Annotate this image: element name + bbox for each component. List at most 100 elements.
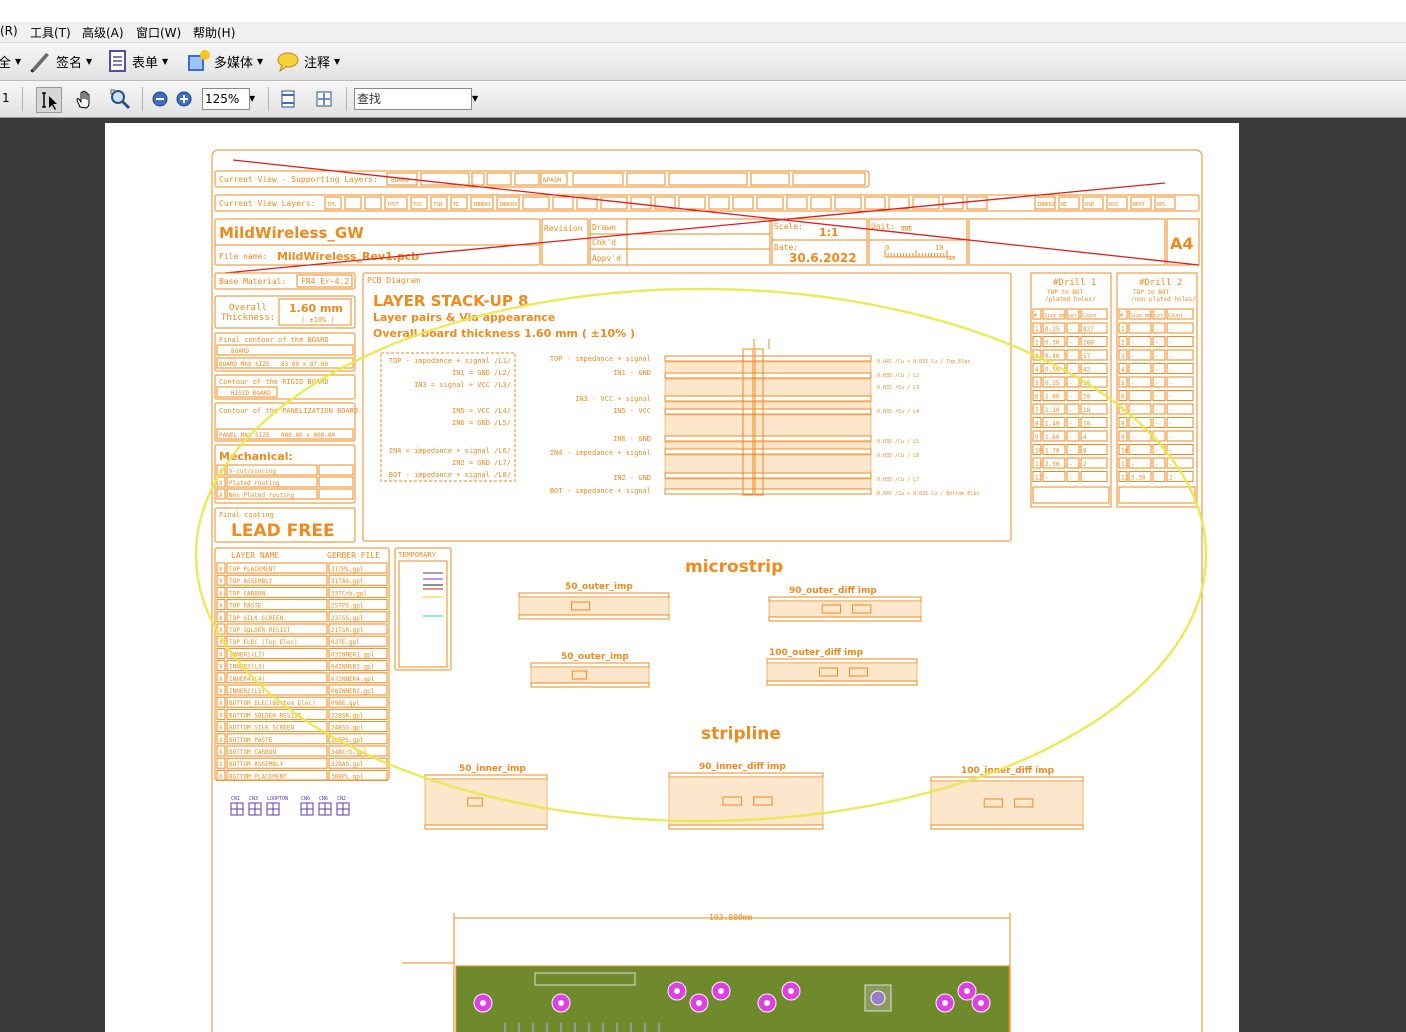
drill-value: 0.30 xyxy=(1045,340,1060,347)
drill-value: - xyxy=(1131,461,1135,468)
pcb-drill-hole xyxy=(978,1000,984,1006)
find-dropdown-icon[interactable]: ▼ xyxy=(472,94,478,103)
drill-value: 3 xyxy=(1121,353,1125,360)
chevron-down-icon: ▼ xyxy=(15,56,22,66)
board-label: BOARD xyxy=(231,348,249,355)
right-layer-text: 0.047 /Cu + 0.035 Cu / Bottom Elec xyxy=(877,491,979,497)
gerber-layer-name: BOTTOM SILK SCREEN xyxy=(229,725,294,732)
zoom-in-button[interactable] xyxy=(172,87,196,111)
drill-value: - xyxy=(1131,340,1135,347)
drill-value: 18 xyxy=(1083,407,1091,414)
copper-layer xyxy=(664,395,872,402)
check-mark: X xyxy=(219,566,223,573)
drill-value: - xyxy=(1069,394,1073,401)
zoom-marquee-tool[interactable] xyxy=(108,87,132,111)
menu-item-window[interactable]: 窗口(W) xyxy=(136,24,181,41)
forms-button[interactable]: 表单 ▼ xyxy=(108,48,168,74)
thickness-value: 1.60 mm xyxy=(289,302,343,315)
drill-value: - xyxy=(1069,326,1073,333)
toolbar-separator xyxy=(346,87,347,111)
drill-value: 10 xyxy=(1035,448,1043,455)
right-layer-text: 0.035 /Cu / L6 xyxy=(877,453,919,459)
stackup-title: LAYER STACK-UP 8 xyxy=(373,292,528,310)
menu-item-advanced[interactable]: 高级(A) xyxy=(82,24,124,41)
view-layer-cells: TPL TPST TSS TSR TE INNER1 INNER3 INNER2 BE BSR BS… xyxy=(324,196,1176,210)
scale-value: 1:1 xyxy=(819,226,839,239)
comment-button[interactable]: 注释 ▼ xyxy=(276,48,340,74)
document-canvas[interactable]: Current View - Supporting Layers: BOARD … xyxy=(0,118,1406,1032)
mid-layer-text: IN5 - VCC xyxy=(613,407,651,415)
view-layer-name: BSR xyxy=(1085,202,1095,208)
gerber-file-name: 07INNER4.gpl xyxy=(331,676,375,683)
left-layer-text: IN5 = VCC /L4/ xyxy=(452,407,511,415)
gerber-layer-name: INNER3(L3) xyxy=(229,664,265,671)
check-mark: X xyxy=(219,749,223,756)
drill-value: 288 xyxy=(1083,340,1094,347)
view-layer-name: TE xyxy=(453,202,459,208)
zoom-out-button[interactable] xyxy=(148,87,172,111)
check-mark: X xyxy=(219,480,223,487)
pcb-drill-hole xyxy=(788,988,794,994)
menu-item-help[interactable]: 帮助(H) xyxy=(193,24,235,41)
dielectric-layer xyxy=(664,414,872,437)
drill-total-cell xyxy=(1118,486,1196,504)
clipped-button[interactable]: 全 ▼ xyxy=(0,48,21,74)
clipped-label: 全 xyxy=(0,55,12,71)
form-icon xyxy=(109,50,126,72)
forms-label: 表单 xyxy=(132,55,159,71)
right-layer-text: 0.047 /Cu + 0.035 Cu / Top Elec xyxy=(877,359,970,365)
chevron-down-icon: ▼ xyxy=(334,56,341,66)
final-coating-value: LEAD FREE xyxy=(231,521,335,541)
pcb-drawing: Current View - Supporting Layers: BOARD … xyxy=(194,149,1208,1032)
drill-title: #Drill 1 xyxy=(1053,278,1096,288)
impedance-copper xyxy=(668,824,824,830)
right-layer-text: 0.035 /Cu / L4 xyxy=(877,409,919,415)
drill-value: 5 xyxy=(1035,380,1039,387)
drawn-label: Drawn xyxy=(592,223,616,232)
layer-cell xyxy=(756,196,784,210)
zoom-out-icon xyxy=(152,91,168,107)
pcb-drill-hole xyxy=(718,988,724,994)
mechanical-row-label: Non Plated routing xyxy=(229,492,294,499)
select-text-tool[interactable] xyxy=(36,87,62,113)
gerber-file-name: 21TSR.gpl xyxy=(331,627,364,634)
drill-value: 2 xyxy=(1169,475,1173,482)
dielectric-layer xyxy=(664,401,872,410)
dielectric-layer xyxy=(664,478,872,490)
connector-label: CN2 xyxy=(337,796,346,802)
drill-value: - xyxy=(1069,407,1073,414)
find-input[interactable]: 查找 xyxy=(354,88,472,110)
sign-button[interactable]: 签名 ▼ xyxy=(28,48,92,74)
left-layer-text: BOT - impedance + signal /L8/ xyxy=(389,471,511,479)
drill-sub: TOP to BOT xyxy=(1133,289,1170,296)
drill-value: - xyxy=(1169,353,1173,360)
hand-tool[interactable] xyxy=(72,87,96,111)
chevron-down-icon: ▼ xyxy=(86,56,93,66)
drill-sub: /plated holes/ xyxy=(1045,296,1096,303)
drill-value: - xyxy=(1131,434,1135,441)
multimedia-button[interactable]: 多媒体 ▼ xyxy=(186,48,263,74)
fit-width-button[interactable] xyxy=(312,87,336,111)
drill-value: - xyxy=(1169,461,1173,468)
drill-value: - xyxy=(1155,353,1159,360)
right-layer-text: 0.035 /Cu / L2 xyxy=(877,373,919,379)
check-mark: X xyxy=(219,761,223,768)
microstrip-label: microstrip xyxy=(685,557,783,577)
layer-cell xyxy=(344,196,362,210)
zoom-input[interactable]: 125% xyxy=(202,88,250,110)
drill-value: - xyxy=(1169,421,1173,428)
connector-label: CN1 xyxy=(231,796,240,802)
page-number[interactable]: 1 xyxy=(2,91,10,105)
panel-contour-label: Contour of the PANELIZATION BOARD xyxy=(219,407,358,415)
drill-value: 1.40 xyxy=(1045,421,1060,428)
menu-item-tools[interactable]: 工具(T) xyxy=(30,24,71,41)
gerber-layer-name: INNER2(L5) xyxy=(229,688,265,695)
fit-page-button[interactable] xyxy=(276,87,300,111)
layer-cell xyxy=(750,172,790,186)
gerber-layer-name: TOP SILK SCREEN xyxy=(229,615,284,622)
gerber-layer-name: BOTTOM CARBON xyxy=(229,749,276,756)
menu-item-view[interactable]: (R) xyxy=(0,24,18,38)
drill-value: - xyxy=(1155,461,1159,468)
drill-value: 8 xyxy=(1035,421,1039,428)
mid-layer-text: IN6 - GND xyxy=(613,435,651,443)
